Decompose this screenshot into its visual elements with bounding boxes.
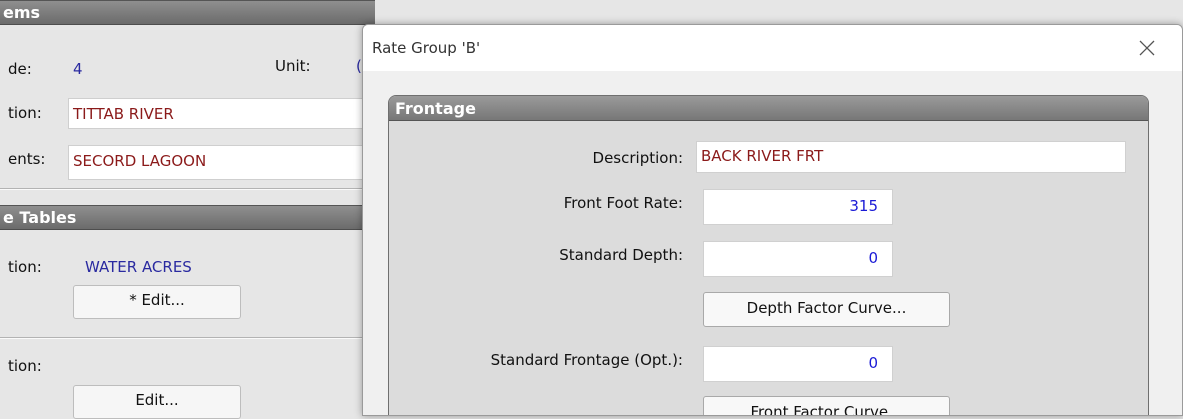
comments-field[interactable]: SECORD LAGOON <box>68 145 368 180</box>
close-icon[interactable] <box>1137 38 1157 58</box>
table1-value: WATER ACRES <box>85 258 192 276</box>
dialog-title: Rate Group 'B' <box>372 39 481 57</box>
front-foot-rate-label: Front Foot Rate: <box>563 194 683 212</box>
items-section-header: ems <box>0 0 375 25</box>
rate-group-dialog: Rate Group 'B' Frontage Description: BAC… <box>362 24 1183 416</box>
frontage-header: Frontage <box>389 96 1148 121</box>
depth-factor-curve-button[interactable]: Depth Factor Curve... <box>703 292 950 327</box>
code-label: de: <box>8 60 32 78</box>
tables-header-text: e Tables <box>3 208 77 227</box>
standard-frontage-label: Standard Frontage (Opt.): <box>490 351 683 369</box>
comments-label: ents: <box>8 150 46 168</box>
location-label: tion: <box>8 104 42 122</box>
standard-frontage-field[interactable]: 0 <box>703 346 893 382</box>
front-factor-curve-button[interactable]: Front Factor Curve... <box>703 396 950 415</box>
unit-label: Unit: <box>275 57 311 75</box>
table1-label: tion: <box>8 258 42 276</box>
description-label: Description: <box>592 149 683 167</box>
description-field[interactable]: BACK RIVER FRT <box>696 141 1126 173</box>
location-field[interactable]: TITTAB RIVER <box>68 98 368 129</box>
standard-depth-label: Standard Depth: <box>559 246 683 264</box>
divider <box>0 188 375 190</box>
frontage-header-text: Frontage <box>395 99 476 118</box>
frontage-groupbox: Frontage Description: BACK RIVER FRT Fro… <box>388 95 1149 415</box>
standard-depth-field[interactable]: 0 <box>703 241 893 277</box>
dialog-titlebar: Rate Group 'B' <box>363 25 1182 71</box>
divider <box>0 337 375 339</box>
table2-label: tion: <box>8 357 42 375</box>
items-header-text: ems <box>3 3 41 22</box>
tables-section-header: e Tables <box>0 205 375 230</box>
table2-edit-button[interactable]: Edit... <box>73 385 241 419</box>
table1-edit-button[interactable]: * Edit... <box>73 285 241 319</box>
code-value: 4 <box>73 60 83 78</box>
unit-value: ( <box>356 57 362 75</box>
front-foot-rate-field[interactable]: 315 <box>703 189 893 225</box>
